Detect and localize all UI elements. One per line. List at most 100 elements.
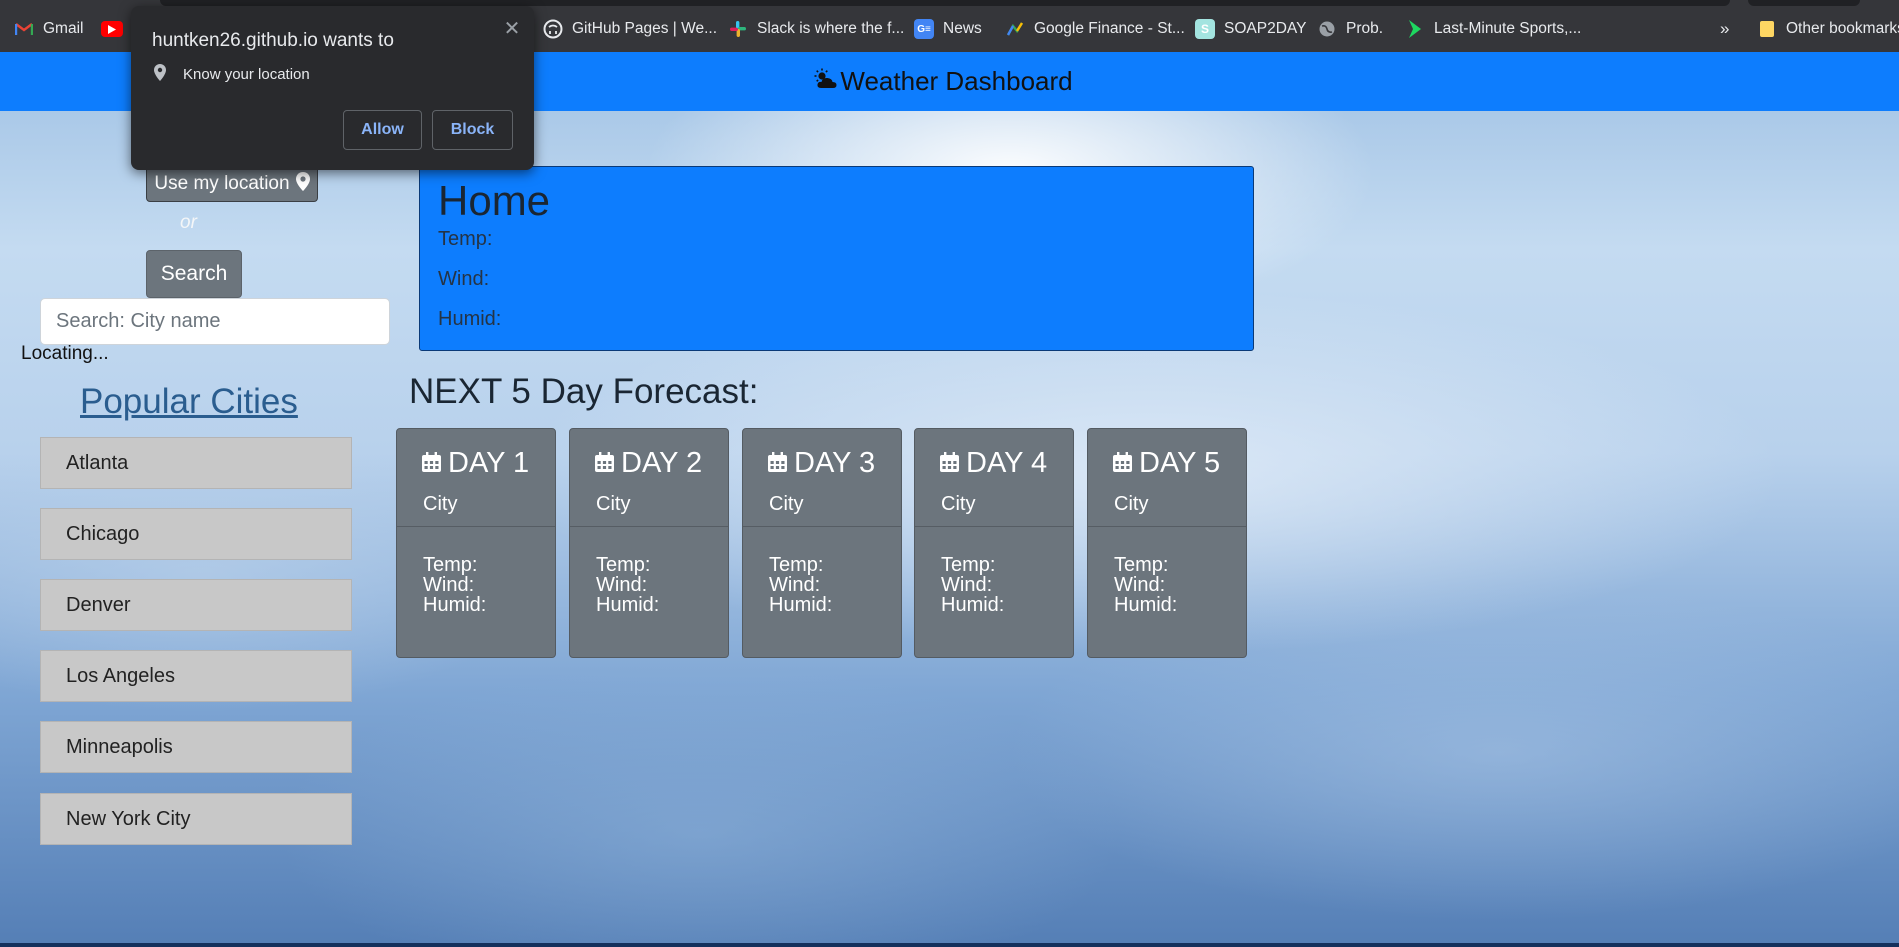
current-city-title: Home — [438, 177, 551, 224]
forecast-humidity: Humid: — [596, 594, 660, 616]
forecast-city: City — [1114, 493, 1149, 515]
calendar-icon — [768, 447, 787, 480]
forecast-stats: Temp: Wind: Humid: — [941, 555, 1004, 615]
current-temp: Temp: — [438, 228, 493, 250]
forecast-wind: Wind: — [596, 574, 648, 596]
bookmark-news[interactable]: G≡ News — [914, 17, 982, 41]
bookmark-label: Other bookmarks — [1786, 20, 1899, 37]
bookmark-soap2day[interactable]: S SOAP2DAY — [1195, 17, 1306, 41]
folder-icon — [1757, 19, 1777, 39]
or-separator: or — [180, 212, 197, 233]
forecast-card-header: DAY 2 City — [570, 429, 728, 527]
use-location-label: Use my location — [154, 173, 290, 194]
soap2day-icon: S — [1195, 19, 1215, 39]
bookmark-slack[interactable]: Slack is where the f... — [728, 17, 904, 41]
profile-edge — [1748, 0, 1860, 6]
block-button[interactable]: Block — [432, 110, 513, 150]
forecast-day-title: DAY 4 — [940, 447, 1047, 480]
calendar-icon — [422, 447, 441, 480]
map-pin-icon — [295, 171, 310, 197]
forecast-temp: Temp: — [941, 554, 996, 576]
forecast-temp: Temp: — [1114, 554, 1169, 576]
globe-icon — [1317, 19, 1337, 39]
forecast-card-day-3: DAY 3 City Temp: Wind: Humid: — [742, 428, 902, 658]
forecast-temp: Temp: — [423, 554, 478, 576]
city-button-new-york-city[interactable]: New York City — [40, 793, 352, 845]
forecast-wind: Wind: — [941, 574, 993, 596]
forecast-heading: NEXT 5 Day Forecast: — [409, 372, 759, 411]
current-humidity: Humid: — [438, 308, 502, 330]
forecast-stats: Temp: Wind: Humid: — [423, 555, 486, 615]
forecast-card-day-5: DAY 5 City Temp: Wind: Humid: — [1087, 428, 1247, 658]
city-button-denver[interactable]: Denver — [40, 579, 352, 631]
bookmark-label: GitHub Pages | We... — [572, 20, 718, 37]
forecast-city: City — [769, 493, 804, 515]
bookmark-youtube[interactable] — [101, 17, 123, 41]
forecast-wind: Wind: — [423, 574, 475, 596]
permission-title: huntken26.github.io wants to — [152, 30, 394, 51]
gmail-icon — [14, 19, 34, 39]
forecast-day-label: DAY 3 — [794, 447, 876, 479]
forecast-day-title: DAY 1 — [422, 447, 529, 480]
city-button-los-angeles[interactable]: Los Angeles — [40, 650, 352, 702]
popular-cities-heading: Popular Cities — [80, 382, 298, 421]
youtube-icon — [101, 21, 123, 37]
cloud-sun-icon — [814, 66, 838, 97]
forecast-day-label: DAY 1 — [448, 447, 530, 479]
use-my-location-button[interactable]: Use my location — [146, 166, 318, 202]
location-status: Locating... — [21, 343, 109, 364]
forecast-card-day-2: DAY 2 City Temp: Wind: Humid: — [569, 428, 729, 658]
calendar-icon — [940, 447, 959, 480]
bookmark-prob[interactable]: Prob. — [1317, 17, 1383, 41]
forecast-day-label: DAY 2 — [621, 447, 703, 479]
city-button-minneapolis[interactable]: Minneapolis — [40, 721, 352, 773]
bookmark-label: Last-Minute Sports,... — [1434, 20, 1582, 37]
search-button[interactable]: Search — [146, 250, 242, 298]
city-button-atlanta[interactable]: Atlanta — [40, 437, 352, 489]
forecast-temp: Temp: — [769, 554, 824, 576]
allow-button[interactable]: Allow — [343, 110, 422, 150]
forecast-humidity: Humid: — [941, 594, 1005, 616]
forecast-day-label: DAY 4 — [966, 447, 1048, 479]
overflow-chevron-icon: » — [1720, 19, 1730, 38]
bookmark-github-pages[interactable]: GitHub Pages | We... — [543, 17, 717, 41]
location-permission-dialog: huntken26.github.io wants to ✕ Know your… — [131, 6, 534, 170]
forecast-card-day-4: DAY 4 City Temp: Wind: Humid: — [914, 428, 1074, 658]
bookmark-label: Slack is where the f... — [757, 20, 905, 37]
forecast-stats: Temp: Wind: Humid: — [596, 555, 659, 615]
forecast-day-title: DAY 3 — [768, 447, 875, 480]
permission-request-label: Know your location — [183, 66, 310, 83]
forecast-day-title: DAY 5 — [1113, 447, 1220, 480]
forecast-wind: Wind: — [769, 574, 821, 596]
city-button-chicago[interactable]: Chicago — [40, 508, 352, 560]
forecast-day-title: DAY 2 — [595, 447, 702, 480]
calendar-icon — [595, 447, 614, 480]
google-finance-icon — [1005, 19, 1025, 39]
slack-icon — [728, 19, 748, 39]
forecast-card-header: DAY 3 City — [743, 429, 901, 527]
forecast-city: City — [596, 493, 631, 515]
bookmark-label: News — [943, 20, 982, 37]
permission-request-row: Know your location — [154, 64, 310, 85]
google-news-icon: G≡ — [914, 19, 934, 39]
close-icon[interactable]: ✕ — [500, 16, 524, 40]
location-pin-icon — [154, 64, 166, 85]
city-search-input[interactable] — [40, 298, 390, 345]
bookmark-label: Google Finance - St... — [1034, 20, 1185, 37]
bookmark-gmail[interactable]: Gmail — [14, 17, 83, 41]
forecast-city: City — [423, 493, 458, 515]
bookmark-other-bookmarks[interactable]: Other bookmarks — [1757, 17, 1899, 41]
forecast-card-header: DAY 1 City — [397, 429, 555, 527]
header-title-group: Weather Dashboard — [814, 66, 1073, 97]
bookmarks-overflow-button[interactable]: » — [1720, 17, 1729, 41]
bookmark-label: Prob. — [1346, 20, 1384, 37]
chevron-logo-icon — [1405, 19, 1425, 39]
forecast-city: City — [941, 493, 976, 515]
github-icon — [543, 19, 563, 39]
bookmark-last-minute-sports[interactable]: Last-Minute Sports,... — [1405, 17, 1581, 41]
bookmark-google-finance[interactable]: Google Finance - St... — [1005, 17, 1185, 41]
forecast-humidity: Humid: — [769, 594, 833, 616]
forecast-humidity: Humid: — [423, 594, 487, 616]
forecast-stats: Temp: Wind: Humid: — [769, 555, 832, 615]
window-bottom-edge — [0, 943, 1899, 947]
